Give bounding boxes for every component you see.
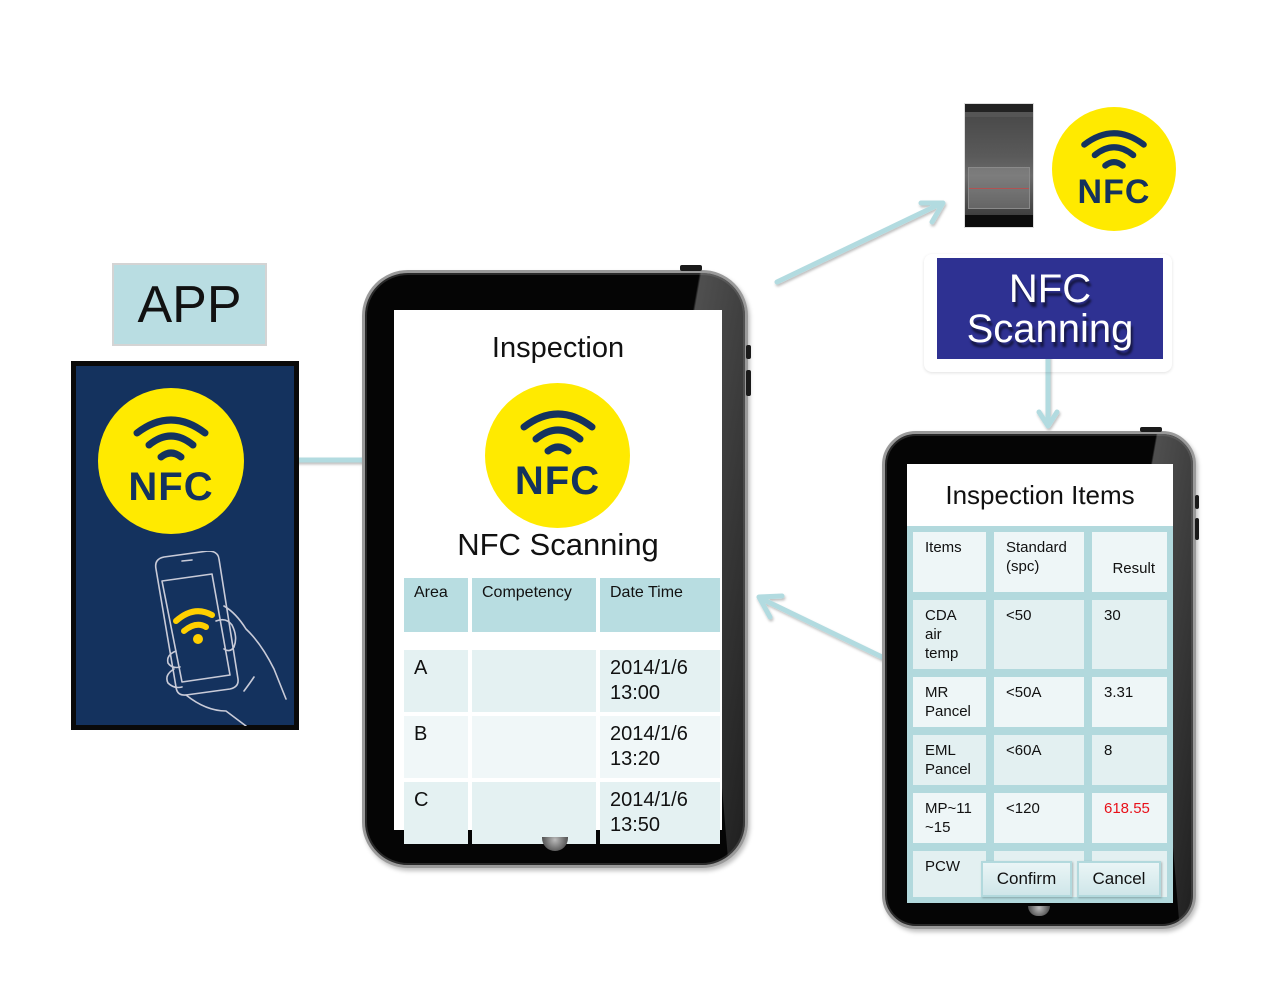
result-cell-alert: 618.55 — [1090, 791, 1169, 845]
item-text: CDA — [925, 607, 957, 624]
col-header-items: Items — [911, 530, 988, 594]
nfc-badge-text: NFC — [128, 464, 214, 509]
app-label: APP — [112, 263, 267, 346]
competency-cell — [472, 650, 596, 712]
standard-cell: <50A — [992, 675, 1086, 729]
area-cell: B — [404, 716, 468, 778]
nfc-scanning-box: NFC Scanning — [937, 258, 1163, 359]
table-row[interactable]: CDA air temp <50 30 — [911, 598, 1169, 671]
item-cell: PCW — [911, 849, 988, 899]
phone-scanner-screenshot — [964, 103, 1034, 228]
item-text: MR — [925, 684, 949, 701]
table-row[interactable]: B 2014/1/6 13:20 — [404, 716, 720, 778]
item-text: MP~11 — [925, 800, 972, 817]
nfc-badge-text: NFC — [1077, 172, 1151, 211]
standard-unit: (spc) — [1006, 558, 1040, 575]
item-text: temp — [925, 645, 959, 662]
power-button — [1140, 427, 1162, 432]
nfc-scanning-label: NFC Scanning — [457, 527, 659, 562]
app-label-text: APP — [137, 275, 242, 334]
home-button[interactable] — [542, 837, 568, 851]
table-spacer — [404, 636, 720, 646]
col-header-date-time: Date Time — [600, 578, 720, 632]
scan-line — [969, 188, 1029, 189]
item-text: ~15 — [925, 819, 951, 836]
standard-label: Standard — [1006, 539, 1067, 556]
confirm-button[interactable]: Confirm — [981, 861, 1072, 897]
nfc-badge-text: NFC — [514, 459, 601, 503]
volume-button — [1195, 518, 1199, 540]
col-header-area: Area — [404, 578, 468, 632]
table-row[interactable]: EML Pancel <60A 8 — [911, 733, 1169, 787]
col-header-competency: Competency — [472, 578, 596, 632]
volume-button — [746, 370, 751, 396]
hand-holding-phone-icon — [154, 551, 287, 726]
item-text: Pancel — [925, 703, 971, 720]
table-header-row: Items Standard (spc) Result — [911, 530, 1169, 594]
time-text: 13:50 — [610, 814, 661, 836]
power-button — [680, 265, 702, 271]
volume-button — [746, 345, 751, 359]
date-text: 2014/1/6 — [610, 723, 688, 745]
date-time-cell: 2014/1/6 13:00 — [600, 650, 720, 712]
arrow-items-to-inspection — [756, 593, 885, 660]
item-cell: EML Pancel — [911, 733, 988, 787]
inspection-items-table: Items Standard (spc) Result CDA air temp <5… — [907, 526, 1173, 903]
nfc-badge: NFC — [98, 388, 244, 534]
result-label: Result — [1112, 559, 1155, 577]
competency-cell — [472, 716, 596, 778]
standard-cell: <50 — [992, 598, 1086, 671]
inspection-items-title: Inspection Items — [945, 480, 1135, 510]
inspection-items-screen: Inspection Items Items Standard (spc) Res… — [907, 464, 1173, 903]
home-button[interactable] — [1028, 906, 1050, 916]
inspection-table: Area Competency Date Time A 2014/1/6 13:0… — [400, 574, 724, 848]
table-row[interactable]: MP~11 ~15 <120 618.55 — [911, 791, 1169, 845]
item-cell: MR Pancel — [911, 675, 988, 729]
nfc-wifi-waves-icon — [520, 410, 595, 455]
date-text: 2014/1/6 — [610, 789, 688, 811]
nfc-wifi-waves-icon — [133, 416, 209, 460]
date-time-cell: 2014/1/6 13:20 — [600, 716, 720, 778]
arrow-inspection-to-scanner — [774, 200, 946, 285]
scan-frame — [968, 167, 1030, 209]
item-text: EML — [925, 742, 956, 759]
item-cell: MP~11 ~15 — [911, 791, 988, 845]
competency-cell — [472, 782, 596, 844]
time-text: 13:20 — [610, 748, 661, 770]
scan-box-line1: NFC — [1008, 266, 1092, 311]
col-header-standard: Standard (spc) — [992, 530, 1086, 594]
camera-view — [965, 117, 1033, 215]
inspection-screen: Inspection NFC NFC Scanning Area Compete… — [394, 310, 722, 844]
volume-button — [1195, 495, 1199, 509]
date-time-cell: 2014/1/6 13:50 — [600, 782, 720, 844]
col-header-result: Result — [1090, 530, 1169, 594]
time-text: 13:00 — [610, 682, 661, 704]
area-cell: C — [404, 782, 468, 844]
scan-box-line2: Scanning — [966, 306, 1134, 351]
standard-cell: <120 — [992, 791, 1086, 845]
nfc-wifi-waves-icon — [1081, 129, 1147, 169]
nfc-badge: NFC — [1052, 107, 1176, 231]
date-text: 2014/1/6 — [610, 657, 688, 679]
item-text: Pancel — [925, 761, 971, 778]
standard-cell: <60A — [992, 733, 1086, 787]
item-text: air — [925, 626, 942, 643]
result-cell: 3.31 — [1090, 675, 1169, 729]
nfc-scan-badge[interactable]: NFC — [485, 383, 630, 528]
table-row[interactable]: MR Pancel <50A 3.31 — [911, 675, 1169, 729]
table-header-row: Area Competency Date Time — [404, 578, 720, 632]
cancel-button[interactable]: Cancel — [1077, 861, 1161, 897]
inspection-title: Inspection — [491, 332, 625, 364]
table-row[interactable]: C 2014/1/6 13:50 — [404, 782, 720, 844]
status-bar — [965, 104, 1033, 112]
table-row[interactable]: A 2014/1/6 13:00 — [404, 650, 720, 712]
result-cell: 30 — [1090, 598, 1169, 671]
inspection-tablet: Inspection NFC NFC Scanning Area Compete… — [362, 270, 748, 868]
nav-bar — [965, 215, 1033, 227]
app-nfc-card[interactable]: NFC — [71, 361, 299, 730]
item-cell: CDA air temp — [911, 598, 988, 671]
inspection-items-tablet: Inspection Items Items Standard (spc) Res… — [882, 431, 1196, 929]
result-cell: 8 — [1090, 733, 1169, 787]
area-cell: A — [404, 650, 468, 712]
